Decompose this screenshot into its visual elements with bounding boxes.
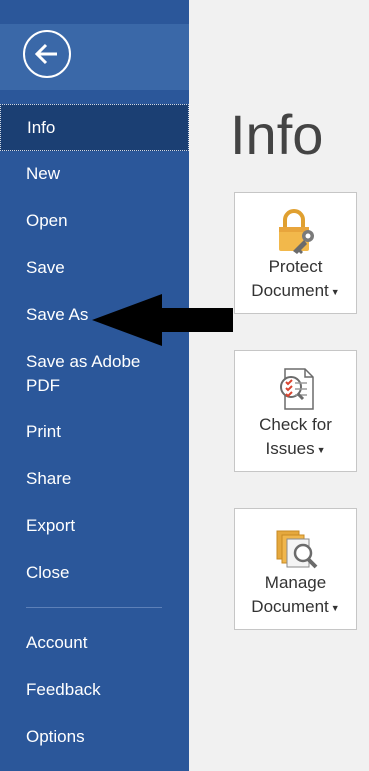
card-label-text: Document [251,597,329,616]
card-label: Check for Issues ▼ [235,413,356,462]
card-label: Manage Document ▼ [235,571,356,620]
nav-item-label: Options [26,727,85,746]
check-for-issues-button[interactable]: Check for Issues ▼ [234,350,357,472]
card-label-line: Protect [268,257,323,276]
back-arrow-icon [34,43,57,65]
nav-item-label: Save [26,258,65,277]
nav-item-label: Export [26,516,76,535]
page-title: Info [230,103,324,166]
manage-document-button[interactable]: Manage Document ▼ [234,508,357,630]
chevron-down-icon: ▼ [316,444,326,455]
nav-item-label: Info [27,118,56,137]
back-button-area[interactable] [0,24,189,90]
nav-item-options[interactable]: Options [0,725,189,749]
nav-item-new[interactable]: New [0,162,189,186]
card-label-line: Issues ▼ [235,437,356,462]
card-label-text: Issues [265,439,315,458]
nav-item-save-as-adobe-pdf[interactable]: Save as Adobe PDF [0,350,189,398]
nav-item-print[interactable]: Print [0,420,189,444]
nav-item-label: Save As [26,305,89,324]
manage-versions-icon [276,530,318,569]
lock-key-icon [279,209,314,254]
nav-item-feedback[interactable]: Feedback [0,678,189,702]
nav-item-label: Print [26,422,61,441]
annotation-arrow-icon [92,294,233,346]
nav-item-info[interactable]: Info [0,104,189,151]
nav-item-label: Close [26,563,70,582]
protect-document-button[interactable]: Protect Document ▼ [234,192,357,314]
sidebar-divider [26,607,162,608]
card-label-line: Check for [259,415,332,434]
nav-item-close[interactable]: Close [0,561,189,585]
backstage-sidebar: Info New Open Save Save As Save as Adobe… [0,0,189,771]
nav-item-label: Feedback [26,680,101,699]
back-button[interactable] [23,30,71,78]
card-label: Protect Document ▼ [235,255,356,304]
inspect-document-icon [280,368,314,410]
card-label-line: Document ▼ [235,279,356,304]
nav-item-label: Share [26,469,72,488]
nav-item-label: Open [26,211,68,230]
chevron-down-icon: ▼ [330,602,340,613]
nav-item-label: Save as Adobe PDF [26,352,141,395]
nav-item-open[interactable]: Open [0,209,189,233]
card-label-line: Document ▼ [235,595,356,620]
nav-item-share[interactable]: Share [0,467,189,491]
nav-item-label: Account [26,633,88,652]
nav-item-save[interactable]: Save [0,256,189,280]
chevron-down-icon: ▼ [330,286,340,297]
nav-item-account[interactable]: Account [0,631,189,655]
card-label-text: Document [251,281,329,300]
nav-item-export[interactable]: Export [0,514,189,538]
card-label-line: Manage [264,573,327,592]
nav-item-label: New [26,164,61,183]
